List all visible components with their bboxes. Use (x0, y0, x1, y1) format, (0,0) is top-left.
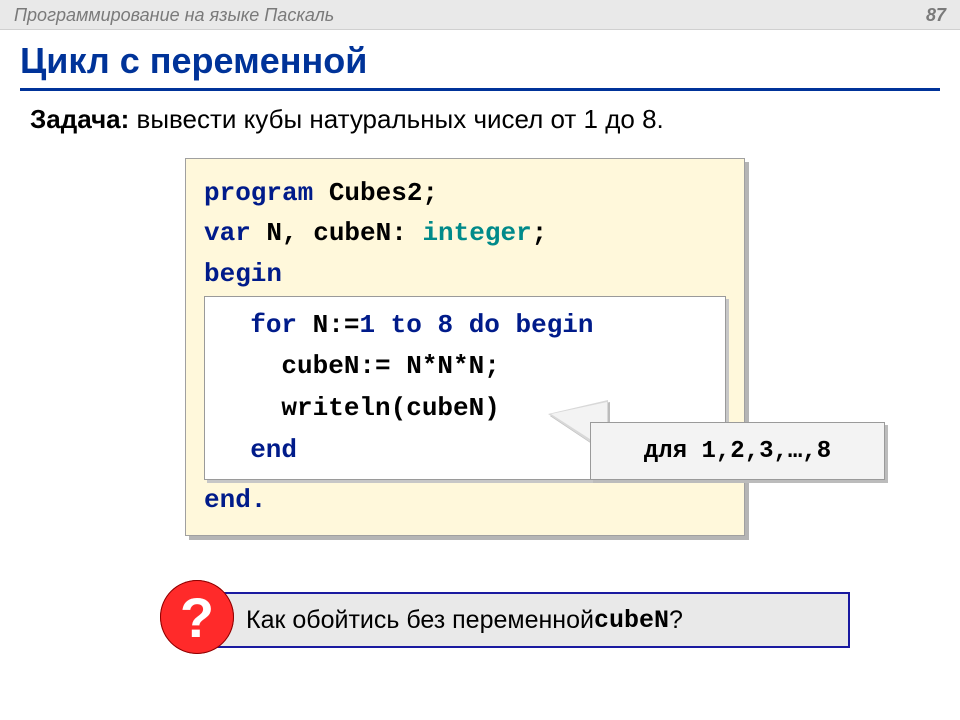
kw-end: end. (204, 485, 266, 515)
task-statement: Задача: вывести кубы натуральных чисел о… (30, 104, 930, 135)
kw-program: program (204, 178, 313, 208)
var-end: ; (532, 218, 548, 248)
kw-to: to (375, 310, 437, 340)
question-bar: Как обойтись без переменной cubeN ? (190, 592, 850, 648)
doc-title: Программирование на языке Паскаль (14, 0, 334, 30)
literal-1: 1 (359, 310, 375, 340)
callout-bubble: для 1,2,3,…,8 (590, 422, 885, 480)
indent (219, 310, 250, 340)
task-label: Задача: (30, 104, 129, 134)
slide: Программирование на языке Паскаль 87 Цик… (0, 0, 960, 720)
kw-var: var (204, 218, 251, 248)
question-code: cubeN (594, 606, 669, 635)
kw-end-inner: end (219, 435, 297, 465)
prog-name: Cubes2; (313, 178, 438, 208)
page-number: 87 (926, 0, 946, 30)
code-line-assign: cubeN:= N*N*N; (219, 346, 711, 388)
kw-integer: integer (422, 218, 531, 248)
kw-begin: begin (204, 259, 282, 289)
question-text-pre: Как обойтись без переменной (246, 606, 594, 635)
question-mark-icon: ? (160, 580, 234, 654)
var-decl: N, cubeN: (251, 218, 423, 248)
for-mid1: N:= (297, 310, 359, 340)
literal-8: 8 (437, 310, 453, 340)
kw-do-begin: do begin (453, 310, 593, 340)
question-text-post: ? (669, 606, 683, 635)
task-text: вывести кубы натуральных чисел от 1 до 8… (129, 104, 664, 134)
page-title: Цикл с переменной (20, 40, 940, 91)
topbar: Программирование на языке Паскаль 87 (0, 0, 960, 30)
kw-for: for (250, 310, 297, 340)
